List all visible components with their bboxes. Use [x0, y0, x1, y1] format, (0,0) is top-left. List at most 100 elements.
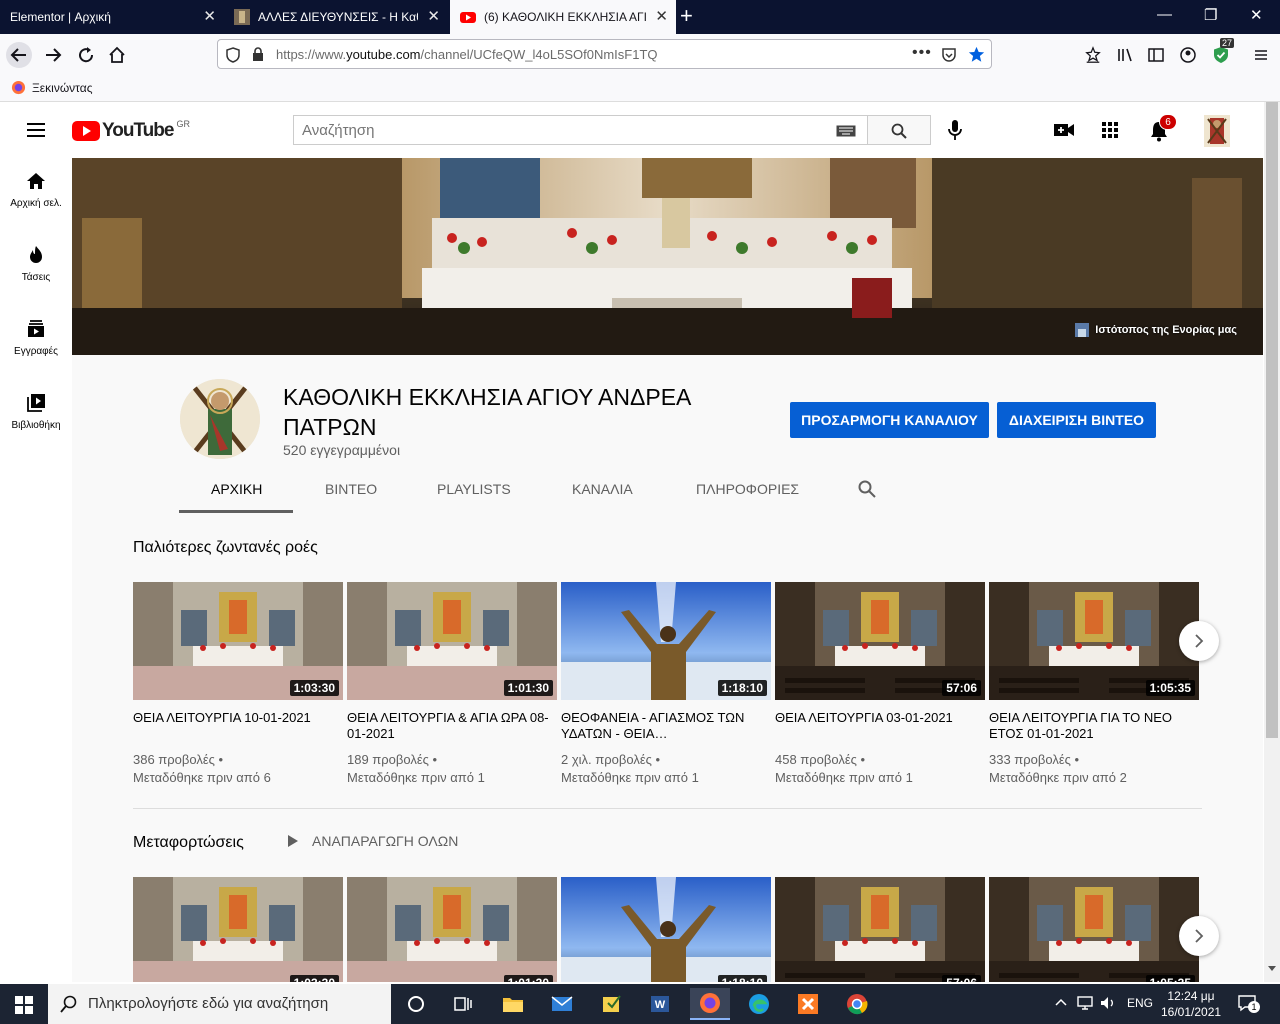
video-card[interactable]: 1:03:30: [133, 877, 343, 982]
input-language[interactable]: ENG: [1127, 996, 1153, 1010]
xampp-icon[interactable]: [788, 988, 828, 1020]
video-card[interactable]: 1:18:10: [561, 877, 771, 982]
file-explorer-icon[interactable]: [493, 988, 533, 1020]
parish-website-link[interactable]: Ιστότοπος της Ενορίας μας: [1075, 323, 1237, 337]
video-thumbnail[interactable]: 1:05:35: [989, 877, 1199, 982]
minimize-icon[interactable]: —: [1157, 6, 1172, 23]
url-text[interactable]: https://www.youtube.com/channel/UCfeQW_l…: [276, 47, 658, 62]
search-button[interactable]: [867, 115, 931, 145]
tab-about[interactable]: ΠΛΗΡΟΦΟΡΙΕΣ: [696, 481, 799, 497]
restore-icon[interactable]: ❐: [1204, 6, 1217, 24]
video-card[interactable]: 1:05:35 ΘΕΙΑ ΛΕΙΤΟΥΡΓΙΑ ΓΙΑ ΤΟ ΝΕΟ ΕΤΟΣ 0…: [989, 582, 1199, 787]
video-card[interactable]: 1:03:30 ΘΕΙΑ ΛΕΙΤΟΥΡΓΙΑ 10-01-2021 386 προ…: [133, 582, 343, 787]
video-thumbnail[interactable]: 1:03:30: [133, 582, 343, 700]
avatar[interactable]: [1204, 115, 1230, 147]
firefox-taskbar-icon[interactable]: [690, 988, 730, 1020]
video-title[interactable]: ΘΕΙΑ ΛΕΙΤΟΥΡΓΙΑ & ΑΓΙΑ ΩΡΑ 08-01-2021: [347, 710, 557, 742]
tab-other-addresses[interactable]: ΑΛΛΕΣ ΔΙΕΥΘΥΝΣΕΙΣ - Η Καθολ ✕: [224, 0, 448, 34]
video-card[interactable]: 1:01:30: [347, 877, 557, 982]
hamburger-menu-icon[interactable]: [26, 122, 46, 138]
address-bar[interactable]: https://www.youtube.com/channel/UCfeQW_l…: [217, 39, 992, 69]
library-icon[interactable]: [1112, 42, 1138, 68]
back-icon[interactable]: [6, 42, 32, 68]
youtube-logo[interactable]: YouTube GR: [72, 119, 190, 142]
volume-icon[interactable]: [1100, 996, 1116, 1010]
shelf-next-button[interactable]: [1179, 621, 1219, 661]
shelf-title-uploads[interactable]: Μεταφορτώσεις: [133, 834, 244, 852]
customize-channel-button[interactable]: ΠΡΟΣΑΡΜΟΓΗ ΚΑΝΑΛΙΟΥ: [790, 402, 989, 438]
windows-start-icon[interactable]: [15, 996, 33, 1014]
shelf-next-button[interactable]: [1179, 916, 1219, 956]
channel-search-icon[interactable]: [858, 480, 876, 498]
video-title[interactable]: ΘΕΟΦΑΝΕΙΑ - ΑΓΙΑΣΜΟΣ ΤΩΝ ΥΔΑΤΩΝ - ΘΕΙΑ…: [561, 710, 771, 742]
play-all-button[interactable]: ΑΝΑΠΑΡΑΓΩΓΗ ΟΛΩΝ: [286, 833, 458, 849]
lock-icon[interactable]: [252, 47, 264, 62]
video-title[interactable]: ΘΕΙΑ ΛΕΙΤΟΥΡΓΙΑ 03-01-2021: [775, 710, 985, 742]
tab-playlists[interactable]: PLAYLISTS: [437, 481, 511, 497]
chrome-icon[interactable]: [837, 988, 877, 1020]
reload-icon[interactable]: [73, 42, 99, 68]
sidebar-item-trending[interactable]: Τάσεις: [0, 232, 72, 306]
video-thumbnail[interactable]: 57:06: [775, 877, 985, 982]
show-hidden-icons-icon[interactable]: [1055, 998, 1067, 1006]
task-view-icon[interactable]: [443, 988, 483, 1020]
home-icon[interactable]: [104, 42, 130, 68]
close-tab-icon[interactable]: ✕: [203, 9, 216, 24]
bookmark-getting-started[interactable]: Ξεκινώντας: [32, 81, 92, 95]
sticky-notes-icon[interactable]: [592, 988, 632, 1020]
system-clock[interactable]: 12:24 μμ 16/01/2021: [1161, 988, 1221, 1020]
create-video-icon[interactable]: [1053, 122, 1075, 138]
channel-avatar[interactable]: [180, 379, 260, 459]
extension-shield-icon[interactable]: 27: [1208, 38, 1235, 68]
sidebar-item-subscriptions[interactable]: Εγγραφές: [0, 306, 72, 380]
close-tab-icon[interactable]: ✕: [655, 9, 668, 24]
video-thumbnail[interactable]: 57:06: [775, 582, 985, 700]
mail-icon[interactable]: [542, 988, 582, 1020]
word-icon[interactable]: W: [640, 988, 680, 1020]
sidebar-toggle-icon[interactable]: [1143, 42, 1169, 68]
notifications-button[interactable]: 6: [1149, 114, 1177, 144]
video-thumbnail[interactable]: 1:01:30: [347, 582, 557, 700]
tab-videos[interactable]: ΒΙΝΤΕΟ: [325, 481, 377, 497]
video-title[interactable]: ΘΕΙΑ ΛΕΙΤΟΥΡΓΙΑ 10-01-2021: [133, 710, 343, 742]
taskbar-search[interactable]: Πληκτρολογήστε εδώ για αναζήτηση: [48, 984, 391, 1024]
shield-icon[interactable]: [226, 47, 240, 63]
sidebar-item-library[interactable]: Βιβλιοθήκη: [0, 380, 72, 454]
video-thumbnail[interactable]: 1:01:30: [347, 877, 557, 982]
video-card[interactable]: 57:06 ΘΕΙΑ ΛΕΙΤΟΥΡΓΙΑ 03-01-2021 458 προβο…: [775, 582, 985, 787]
tab-youtube-channel[interactable]: (6) ΚΑΘΟΛΙΚΗ ΕΚΚΛΗΣΙΑ ΑΓΙΟ ✕: [450, 0, 676, 34]
video-card[interactable]: 1:05:35: [989, 877, 1199, 982]
keyboard-icon[interactable]: [836, 125, 856, 137]
page-actions-icon[interactable]: •••: [912, 44, 932, 62]
cortana-icon[interactable]: [396, 988, 436, 1020]
scroll-down-icon[interactable]: [1268, 964, 1276, 972]
video-thumbnail[interactable]: 1:18:10: [561, 582, 771, 700]
video-thumbnail[interactable]: 1:05:35: [989, 582, 1199, 700]
video-thumbnail[interactable]: 1:03:30: [133, 877, 343, 982]
video-card[interactable]: 57:06: [775, 877, 985, 982]
page-scrollbar[interactable]: [1264, 102, 1280, 982]
tab-home[interactable]: ΑΡΧΙΚΗ: [211, 481, 262, 497]
forward-icon[interactable]: [40, 42, 66, 68]
new-tab-button[interactable]: +: [680, 5, 693, 27]
tab-channels[interactable]: ΚΑΝΑΛΙΑ: [572, 481, 633, 497]
close-window-icon[interactable]: ✕: [1250, 6, 1263, 24]
action-center-button[interactable]: 1: [1238, 994, 1260, 1014]
bookmark-star-icon[interactable]: [968, 46, 985, 63]
video-card[interactable]: 1:01:30 ΘΕΙΑ ΛΕΙΤΟΥΡΓΙΑ & ΑΓΙΑ ΩΡΑ 08-01-…: [347, 582, 557, 787]
account-icon[interactable]: [1175, 42, 1201, 68]
tab-elementor[interactable]: Elementor | Αρχική ✕: [0, 0, 224, 34]
close-tab-icon[interactable]: ✕: [427, 9, 440, 24]
reading-list-icon[interactable]: [1080, 42, 1106, 68]
apps-grid-icon[interactable]: [1101, 121, 1119, 139]
search-input[interactable]: [294, 116, 824, 144]
scrollbar-thumb[interactable]: [1266, 102, 1278, 738]
pocket-icon[interactable]: [941, 47, 957, 63]
video-thumbnail[interactable]: 1:18:10: [561, 877, 771, 982]
video-card[interactable]: 1:18:10 ΘΕΟΦΑΝΕΙΑ - ΑΓΙΑΣΜΟΣ ΤΩΝ ΥΔΑΤΩΝ -…: [561, 582, 771, 787]
edge-icon[interactable]: [739, 988, 779, 1020]
microphone-icon[interactable]: [948, 119, 962, 141]
network-icon[interactable]: [1077, 996, 1093, 1010]
video-title[interactable]: ΘΕΙΑ ΛΕΙΤΟΥΡΓΙΑ ΓΙΑ ΤΟ ΝΕΟ ΕΤΟΣ 01-01-20…: [989, 710, 1199, 742]
manage-videos-button[interactable]: ΔΙΑΧΕΙΡΙΣΗ ΒΙΝΤΕΟ: [997, 402, 1156, 438]
